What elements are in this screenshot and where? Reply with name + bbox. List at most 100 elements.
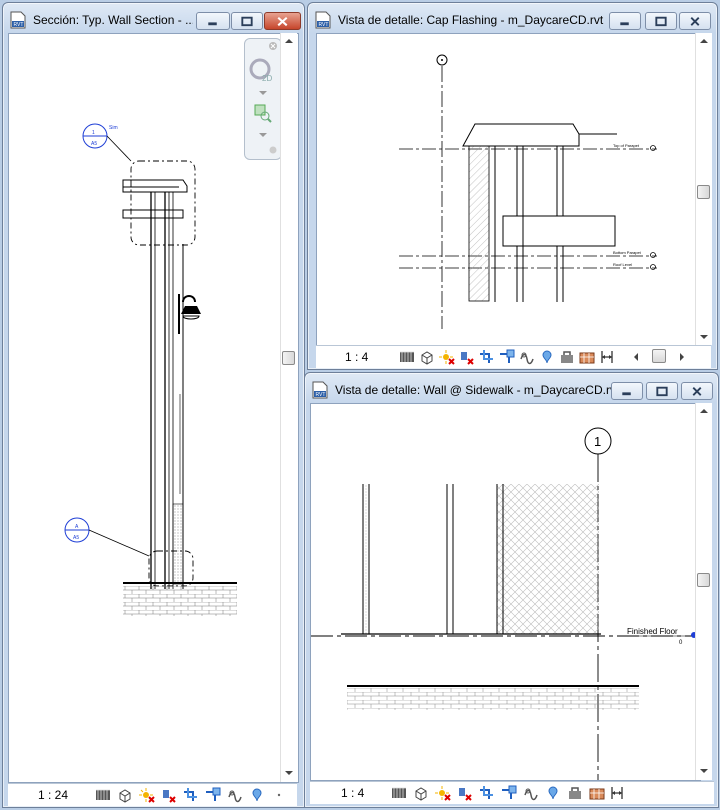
minimize-button[interactable] [611,382,643,400]
wall-sidewalk-vertical-scrollbar[interactable] [695,403,712,780]
minimize-icon [620,22,629,26]
wall-sidewalk-drawing: 1 Finished Floor 0 [311,427,700,780]
navbar-close-icon[interactable] [268,41,278,51]
section-tag-top[interactable]: 1 A5 Sim [82,123,132,162]
show-crop-icon[interactable] [205,787,221,803]
detail-level-icon[interactable] [399,349,415,365]
horizontal-scroll-thumb[interactable] [652,349,666,363]
section-tag-bottom[interactable]: A A5 [64,517,150,557]
reveal-hidden-icon[interactable] [249,787,265,803]
close-button[interactable] [681,382,713,400]
section-vertical-scrollbar[interactable] [280,33,297,782]
section-drawing: 1 A5 Sim A A5 [64,123,237,616]
crop-view-icon[interactable] [183,787,199,803]
reveal-constraints-icon[interactable] [599,349,615,365]
cap-flashing-control-bar: 1 : 4 [316,345,711,368]
section-view-canvas[interactable]: 1 A5 Sim A A5 2D [8,33,299,783]
section-tag-top-note: Sim [109,125,118,131]
temporary-hide-icon[interactable] [523,785,539,801]
close-button[interactable] [264,12,301,30]
scroll-up-icon[interactable] [285,39,293,43]
analysis-icon[interactable] [579,349,595,365]
section-tag-bottom-sheet: A5 [73,535,79,541]
restore-button[interactable] [231,12,263,30]
cap-flashing-titlebar[interactable]: RVT Vista de detalle: Cap Flashing - m_D… [308,3,717,37]
visual-style-icon[interactable] [117,787,133,803]
scroll-up-icon[interactable] [700,409,708,413]
temporary-hide-icon[interactable] [519,349,535,365]
scroll-right-icon[interactable] [680,353,684,361]
restore-button[interactable] [645,12,677,30]
section-view-window[interactable]: RVT Sección: Typ. Wall Section - ... 1 A… [2,2,305,808]
revit-file-icon: RVT [315,11,331,29]
cap-flashing-title: Vista de detalle: Cap Flashing - m_Dayca… [338,13,604,27]
sun-path-icon[interactable] [435,785,451,801]
view-scale[interactable]: 1 : 4 [341,786,364,800]
zoom-region-icon[interactable] [253,103,273,123]
shadows-icon[interactable] [459,349,475,365]
shadows-icon[interactable] [457,785,473,801]
section-view-titlebar[interactable]: RVT Sección: Typ. Wall Section - ... [3,3,304,37]
detail-level-icon[interactable] [391,785,407,801]
wall-lamp [178,294,201,334]
navigation-bar[interactable]: 2D [244,38,282,160]
wall-sidewalk-window[interactable]: RVT Vista de detalle: Wall @ Sidewalk - … [304,372,719,808]
section-tag-bottom-number: A [75,524,79,530]
scroll-left-icon[interactable] [634,353,638,361]
svg-text:RVT: RVT [14,22,24,28]
crop-view-icon[interactable] [479,349,495,365]
sun-path-icon[interactable] [439,349,455,365]
wall-sidewalk-canvas[interactable]: 1 Finished Floor 0 [310,403,701,781]
show-crop-icon[interactable] [501,785,517,801]
navbar-options-icon[interactable] [268,145,278,155]
temporary-hide-icon[interactable] [227,787,243,803]
scroll-down-icon[interactable] [700,335,708,339]
scroll-up-icon[interactable] [700,39,708,43]
cap-flashing-canvas[interactable]: Top of Parapet Bottom Parapet Roof Level [316,33,705,346]
minimize-button[interactable] [196,12,230,30]
view-scale[interactable]: 1 : 24 [38,788,68,802]
close-button[interactable] [679,12,711,30]
shadows-icon[interactable] [161,787,177,803]
view-controls [399,349,639,365]
cap-flashing-vertical-scrollbar[interactable] [695,33,712,345]
grid-line[interactable] [436,54,448,329]
steering-wheel-dropdown-icon[interactable] [259,91,267,95]
view-scale[interactable]: 1 : 4 [345,350,368,364]
steering-wheel-icon[interactable]: 2D [248,57,278,85]
scroll-thumb[interactable] [282,351,295,365]
sun-path-icon[interactable] [139,787,155,803]
visual-style-icon[interactable] [413,785,429,801]
analysis-icon[interactable] [589,785,605,801]
restore-icon [656,386,668,397]
minimize-button[interactable] [609,12,641,30]
cap-flashing-window[interactable]: RVT Vista de detalle: Cap Flashing - m_D… [307,2,718,370]
cap-flashing-drawing: Top of Parapet Bottom Parapet Roof Level [399,54,657,329]
restore-button[interactable] [646,382,678,400]
reveal-constraints-icon[interactable] [609,785,625,801]
level-label-low: Roof Level [613,262,632,267]
wall-sidewalk-titlebar[interactable]: RVT Vista de detalle: Wall @ Sidewalk - … [305,373,718,407]
lock-3d-icon[interactable] [559,349,575,365]
scroll-down-icon[interactable] [285,771,293,775]
scroll-down-icon[interactable] [700,769,708,773]
minimize-icon [622,392,631,396]
section-view-control-bar: 1 : 24 [8,783,297,806]
scroll-thumb[interactable] [697,185,710,199]
visual-style-icon[interactable] [419,349,435,365]
navbar-2d-label: 2D [262,74,272,83]
reveal-hidden-icon[interactable] [539,349,555,365]
close-icon [692,387,702,396]
detail-level-icon[interactable] [95,787,111,803]
more-controls-icon[interactable] [271,787,287,803]
view-controls [95,787,295,803]
reveal-hidden-icon[interactable] [545,785,561,801]
show-crop-icon[interactable] [499,349,515,365]
lock-3d-icon[interactable] [567,785,583,801]
scroll-thumb[interactable] [697,573,710,587]
level-label-top: Top of Parapet [613,143,640,148]
level-value-finished-floor: 0 [679,640,683,646]
zoom-dropdown-icon[interactable] [259,133,267,137]
level-label-mid: Bottom Parapet [613,250,642,255]
crop-view-icon[interactable] [479,785,495,801]
